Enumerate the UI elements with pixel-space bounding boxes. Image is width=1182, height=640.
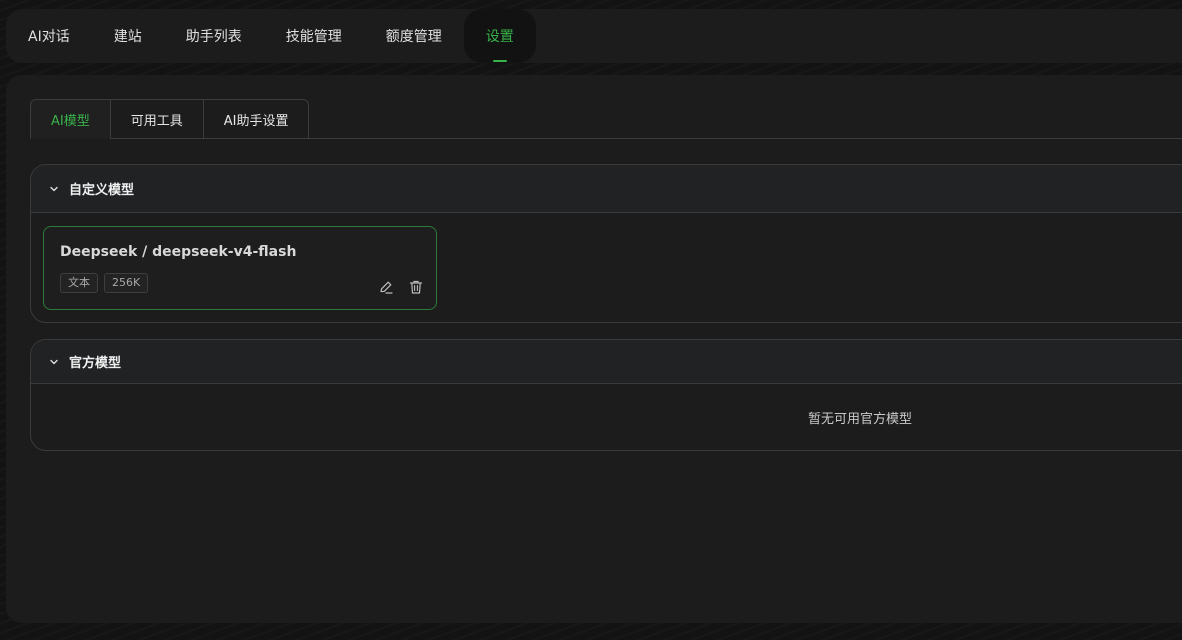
trash-icon[interactable] [408,279,424,295]
model-context-tag: 256K [104,273,149,293]
model-type-tag: 文本 [60,273,98,293]
nav-item-settings[interactable]: 设置 [463,9,536,63]
settings-panel: AI模型 可用工具 AI助手设置 自定义模型 Deepseek / deepse… [6,75,1182,623]
subtab-ai-models[interactable]: AI模型 [30,99,111,139]
pencil-icon[interactable] [378,279,394,295]
chevron-down-icon [50,359,58,364]
custom-models-title: 自定义模型 [69,183,135,198]
nav-item-site-builder[interactable]: 建站 [92,9,164,63]
official-models-section: 官方模型 暂无可用官方模型 [30,339,1182,451]
subtab-divider [304,138,1182,139]
model-name: Deepseek / deepseek-v4-flash [60,244,297,260]
top-navigation: AI对话 建站 助手列表 技能管理 额度管理 设置 [6,9,1182,63]
model-card-actions [378,279,424,295]
model-card[interactable]: Deepseek / deepseek-v4-flash 文本 256K [43,226,437,310]
custom-models-section: 自定义模型 Deepseek / deepseek-v4-flash 文本 25… [30,164,1182,323]
chevron-down-icon [50,186,58,191]
subtab-available-tools[interactable]: 可用工具 [110,99,204,139]
settings-subtabs: AI模型 可用工具 AI助手设置 [30,99,310,139]
nav-item-assistant-list[interactable]: 助手列表 [164,9,264,63]
nav-item-ai-chat[interactable]: AI对话 [14,9,92,63]
model-tags: 文本 256K [60,273,149,293]
subtab-assistant-settings[interactable]: AI助手设置 [203,99,310,139]
custom-models-header[interactable]: 自定义模型 [31,165,1182,213]
empty-state-text: 暂无可用官方模型 [807,412,912,427]
official-models-header[interactable]: 官方模型 [31,340,1182,384]
official-models-title: 官方模型 [69,356,122,371]
nav-item-quota-management[interactable]: 额度管理 [364,9,464,63]
nav-item-skill-management[interactable]: 技能管理 [264,9,364,63]
